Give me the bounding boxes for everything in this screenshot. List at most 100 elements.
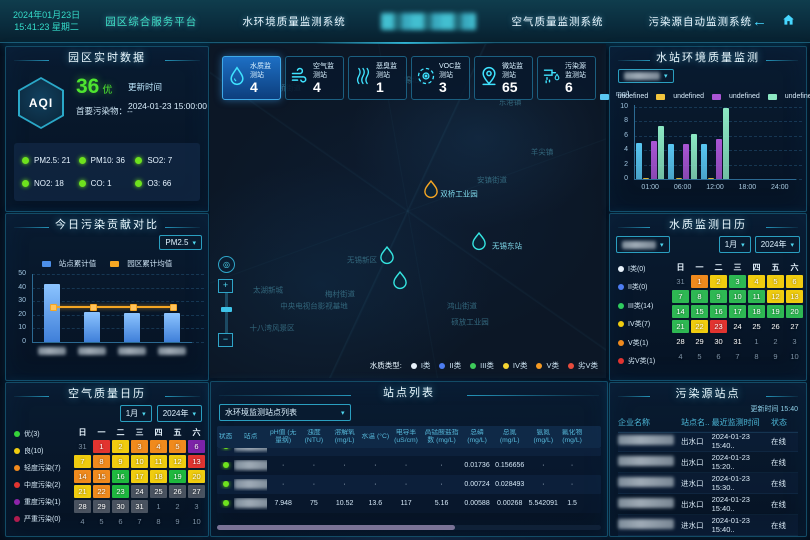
calendar-day[interactable]: 4 xyxy=(748,275,765,288)
calendar-day[interactable]: 14 xyxy=(74,470,91,483)
calendar-day[interactable]: 8 xyxy=(150,515,167,528)
calendar-day[interactable]: 24 xyxy=(131,485,148,498)
alert-station-pin-icon[interactable] xyxy=(424,180,439,204)
calendar-day[interactable]: 9 xyxy=(767,350,784,363)
zoom-in-button[interactable]: + xyxy=(218,279,233,293)
calendar-day[interactable]: 12 xyxy=(767,290,784,303)
water-station-pin-icon[interactable] xyxy=(393,271,408,295)
table-row[interactable]: ······0.017360.156656·· xyxy=(217,456,601,475)
calendar-day[interactable]: 27 xyxy=(188,485,205,498)
calendar-day[interactable]: 16 xyxy=(112,470,129,483)
calendar-day[interactable]: 2 xyxy=(767,335,784,348)
calendar-day[interactable]: 11 xyxy=(748,290,765,303)
zoom-out-button[interactable]: − xyxy=(218,333,233,347)
calendar-day[interactable]: 10 xyxy=(729,290,746,303)
calendar-day[interactable]: 28 xyxy=(672,335,689,348)
calendar-day[interactable]: 4 xyxy=(74,515,91,528)
calendar-day[interactable]: 23 xyxy=(710,320,727,333)
calendar-day[interactable]: 3 xyxy=(729,275,746,288)
calendar-day[interactable]: 15 xyxy=(93,470,110,483)
calendar-day[interactable]: 18 xyxy=(150,470,167,483)
station-select[interactable]: ▾ xyxy=(616,236,670,253)
calendar-day[interactable]: 18 xyxy=(748,305,765,318)
calendar-day[interactable]: 1 xyxy=(748,335,765,348)
table-row[interactable]: 进水口 2024-01-23 15:40.. 在线 xyxy=(618,515,798,536)
table-row[interactable]: 出水口 2024-01-23 15:40.. 在线 xyxy=(618,494,798,515)
calendar-day[interactable]: 5 xyxy=(691,350,708,363)
calendar-day[interactable]: 7 xyxy=(131,515,148,528)
home-icon[interactable] xyxy=(781,13,796,30)
calendar-day[interactable]: 8 xyxy=(748,350,765,363)
calendar-day[interactable]: 5 xyxy=(169,440,186,453)
back-arrow-icon[interactable]: ← xyxy=(752,14,767,29)
calendar-day[interactable]: 10 xyxy=(786,350,803,363)
water-station-pin-icon[interactable] xyxy=(380,246,395,270)
calendar-day[interactable]: 14 xyxy=(672,305,689,318)
calendar-day[interactable]: 25 xyxy=(748,320,765,333)
calendar-day[interactable]: 3 xyxy=(188,500,205,513)
calendar-day[interactable]: 7 xyxy=(74,455,91,468)
calendar-day[interactable]: 21 xyxy=(672,320,689,333)
calendar-day[interactable]: 17 xyxy=(131,470,148,483)
month-select[interactable]: 1月▾ xyxy=(120,405,152,422)
horizontal-scrollbar[interactable] xyxy=(217,525,601,530)
calendar-day[interactable]: 19 xyxy=(767,305,784,318)
year-select[interactable]: 2024年▾ xyxy=(755,236,800,253)
calendar-day[interactable]: 6 xyxy=(786,275,803,288)
zoom-slider[interactable] xyxy=(225,293,228,333)
table-row[interactable]: 进水口 2024-01-23 15:30.. 在线 xyxy=(618,473,798,494)
calendar-day[interactable]: 13 xyxy=(188,455,205,468)
calendar-day[interactable]: 3 xyxy=(131,440,148,453)
calendar-day[interactable]: 1 xyxy=(691,275,708,288)
calendar-day[interactable]: 24 xyxy=(729,320,746,333)
water-station-pin-icon[interactable] xyxy=(472,232,487,256)
calendar-day[interactable]: 12 xyxy=(169,455,186,468)
month-select[interactable]: 1月▾ xyxy=(719,236,751,253)
calendar-day[interactable]: 26 xyxy=(169,485,186,498)
scrollbar-thumb[interactable] xyxy=(217,525,455,530)
calendar-day[interactable]: 8 xyxy=(93,455,110,468)
calendar-day[interactable]: 29 xyxy=(691,335,708,348)
table-row[interactable]: 7.9487510.5213.61175.160.005880.002685.5… xyxy=(217,494,601,513)
calendar-day[interactable]: 1 xyxy=(150,500,167,513)
calendar-day[interactable]: 4 xyxy=(672,350,689,363)
calendar-day[interactable]: 30 xyxy=(710,335,727,348)
year-select[interactable]: 2024年▾ xyxy=(157,405,202,422)
table-row[interactable]: ······0.007240.028493·· xyxy=(217,475,601,494)
calendar-day[interactable]: 27 xyxy=(786,320,803,333)
calendar-day[interactable]: 22 xyxy=(93,485,110,498)
map-canvas[interactable]: 堰桥街道锡北镇东港镇羊尖镇安镇街道无锡新区梅村街道中央电视台影视基地十八湾风景区… xyxy=(210,44,606,378)
station-filter-pollution-outlet[interactable]: 污染源监测站6 xyxy=(537,56,596,100)
calendar-day[interactable]: 11 xyxy=(150,455,167,468)
calendar-day[interactable]: 9 xyxy=(112,455,129,468)
station-list-select[interactable]: 水环境监测站点列表▾ xyxy=(219,404,351,421)
calendar-day[interactable]: 21 xyxy=(74,485,91,498)
calendar-day[interactable]: 20 xyxy=(188,470,205,483)
calendar-day[interactable]: 31 xyxy=(131,500,148,513)
calendar-day[interactable]: 6 xyxy=(710,350,727,363)
zoom-slider-handle[interactable] xyxy=(221,307,232,312)
calendar-day[interactable]: 5 xyxy=(767,275,784,288)
calendar-day[interactable]: 7 xyxy=(672,290,689,303)
calendar-day[interactable]: 17 xyxy=(729,305,746,318)
calendar-day[interactable]: 6 xyxy=(112,515,129,528)
calendar-day[interactable]: 6 xyxy=(188,440,205,453)
calendar-day[interactable]: 2 xyxy=(169,500,186,513)
station-filter-odor[interactable]: 恶臭监测站1 xyxy=(348,56,407,100)
nav-park-platform[interactable]: 园区综合服务平台 xyxy=(105,14,197,29)
calendar-day[interactable]: 9 xyxy=(169,515,186,528)
nav-air-system[interactable]: 空气质量监测系统 xyxy=(511,14,603,29)
calendar-day[interactable]: 1 xyxy=(93,440,110,453)
station-filter-voc[interactable]: VOC监测站3 xyxy=(411,56,470,100)
nav-pollution-system[interactable]: 污染源自动监测系统 xyxy=(648,14,752,29)
pollutant-select[interactable]: PM2.5▾ xyxy=(159,235,202,250)
calendar-day[interactable]: 15 xyxy=(691,305,708,318)
calendar-day[interactable]: 3 xyxy=(786,335,803,348)
calendar-day[interactable]: 29 xyxy=(93,500,110,513)
calendar-day[interactable]: 31 xyxy=(729,335,746,348)
calendar-day[interactable]: 25 xyxy=(150,485,167,498)
calendar-day[interactable]: 31 xyxy=(672,275,689,288)
calendar-day[interactable]: 30 xyxy=(112,500,129,513)
calendar-day[interactable]: 8 xyxy=(691,290,708,303)
locate-icon[interactable]: ◎ xyxy=(218,256,235,273)
